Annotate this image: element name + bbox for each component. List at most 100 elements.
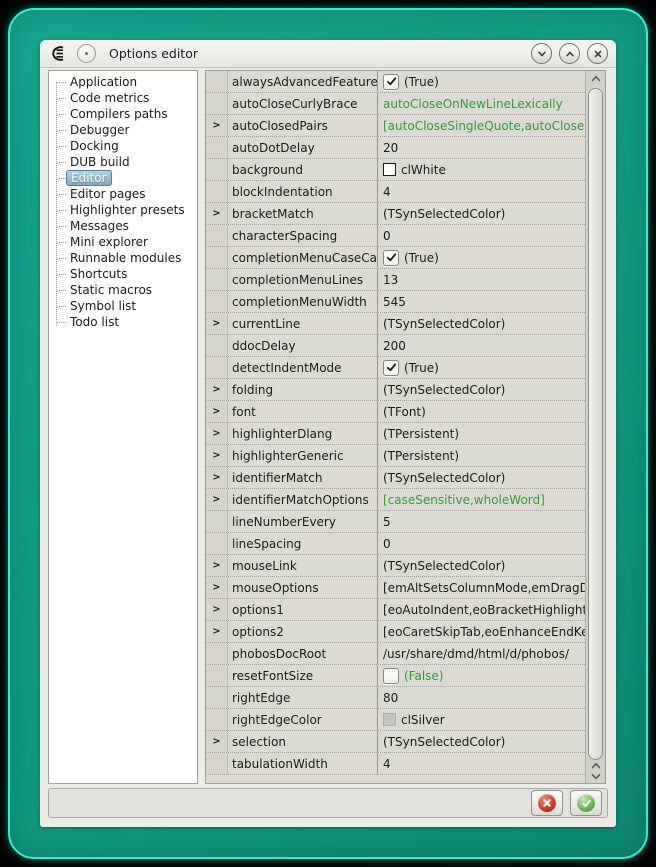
property-name[interactable]: rightEdge xyxy=(228,687,378,708)
scrollbar-thumb[interactable] xyxy=(588,88,603,760)
property-row[interactable]: >selection(TSynSelectedColor) xyxy=(206,731,585,753)
expand-arrow-icon[interactable]: > xyxy=(206,577,228,598)
scroll-down-icon[interactable] xyxy=(586,772,605,781)
property-value[interactable]: [eoCaretSkipTab,eoEnhanceEndKe xyxy=(378,621,585,642)
sidebar-item-mini-explorer[interactable]: Mini explorer xyxy=(49,234,197,250)
property-row[interactable]: >currentLine(TSynSelectedColor) xyxy=(206,313,585,335)
property-value[interactable]: [autoCloseSingleQuote,autoCloseD xyxy=(378,115,585,136)
property-row[interactable]: >highlighterGeneric(TPersistent) xyxy=(206,445,585,467)
sidebar-item-compilers-paths[interactable]: Compilers paths xyxy=(49,106,197,122)
expand-arrow-icon[interactable]: > xyxy=(206,423,228,444)
sidebar-item-static-macros[interactable]: Static macros xyxy=(49,282,197,298)
expand-arrow-icon[interactable]: > xyxy=(206,467,228,488)
property-name[interactable]: characterSpacing xyxy=(228,225,378,246)
shade-button[interactable] xyxy=(531,43,552,64)
property-value[interactable]: (TSynSelectedColor) xyxy=(378,313,585,334)
property-row[interactable]: autoCloseCurlyBraceautoCloseOnNewLineLex… xyxy=(206,93,585,115)
sidebar-item-highlighter-presets[interactable]: Highlighter presets xyxy=(49,202,197,218)
property-value[interactable]: 4 xyxy=(378,753,585,774)
property-value[interactable]: (TSynSelectedColor) xyxy=(378,467,585,488)
expand-arrow-icon[interactable]: > xyxy=(206,401,228,422)
property-name[interactable]: selection xyxy=(228,731,378,752)
cancel-button[interactable] xyxy=(531,790,563,816)
property-name[interactable]: rightEdgeColor xyxy=(228,709,378,730)
expand-arrow-icon[interactable]: > xyxy=(206,621,228,642)
property-value[interactable]: 4 xyxy=(378,181,585,202)
property-value[interactable]: (TSynSelectedColor) xyxy=(378,555,585,576)
unshade-button[interactable] xyxy=(559,43,580,64)
sidebar-item-editor[interactable]: Editor xyxy=(49,170,197,186)
sidebar-item-symbol-list[interactable]: Symbol list xyxy=(49,298,197,314)
sidebar-item-code-metrics[interactable]: Code metrics xyxy=(49,90,197,106)
property-row[interactable]: completionMenuCaseCare(True) xyxy=(206,247,585,269)
property-name[interactable]: options2 xyxy=(228,621,378,642)
property-row[interactable]: tabulationWidth4 xyxy=(206,753,585,775)
property-row[interactable]: >bracketMatch(TSynSelectedColor) xyxy=(206,203,585,225)
property-name[interactable]: bracketMatch xyxy=(228,203,378,224)
property-value[interactable]: 0 xyxy=(378,225,585,246)
property-name[interactable]: lineSpacing xyxy=(228,533,378,554)
property-name[interactable]: completionMenuWidth xyxy=(228,291,378,312)
property-name[interactable]: folding xyxy=(228,379,378,400)
checkbox-checked-icon[interactable] xyxy=(383,74,399,90)
property-row[interactable]: >identifierMatchOptions[caseSensitive,wh… xyxy=(206,489,585,511)
property-name[interactable]: background xyxy=(228,159,378,180)
scroll-up2-icon[interactable] xyxy=(586,761,605,770)
property-value[interactable]: (TFont) xyxy=(378,401,585,422)
sidebar-item-messages[interactable]: Messages xyxy=(49,218,197,234)
window-menu-button[interactable] xyxy=(77,44,96,63)
property-row[interactable]: blockIndentation4 xyxy=(206,181,585,203)
property-value[interactable]: (TSynSelectedColor) xyxy=(378,379,585,400)
property-name[interactable]: highlighterGeneric xyxy=(228,445,378,466)
property-row[interactable]: rightEdge80 xyxy=(206,687,585,709)
property-row[interactable]: completionMenuWidth545 xyxy=(206,291,585,313)
scroll-up-icon[interactable] xyxy=(586,74,605,83)
expand-arrow-icon[interactable]: > xyxy=(206,313,228,334)
property-name[interactable]: options1 xyxy=(228,599,378,620)
property-row[interactable]: >folding(TSynSelectedColor) xyxy=(206,379,585,401)
property-row[interactable]: phobosDocRoot/usr/share/dmd/html/d/phobo… xyxy=(206,643,585,665)
property-row[interactable]: >autoClosedPairs[autoCloseSingleQuote,au… xyxy=(206,115,585,137)
property-name[interactable]: ddocDelay xyxy=(228,335,378,356)
expand-arrow-icon[interactable]: > xyxy=(206,445,228,466)
property-value[interactable]: 20 xyxy=(378,137,585,158)
property-name[interactable]: identifierMatchOptions xyxy=(228,489,378,510)
property-row[interactable]: resetFontSize(False) xyxy=(206,665,585,687)
expand-arrow-icon[interactable]: > xyxy=(206,599,228,620)
property-value[interactable]: 545 xyxy=(378,291,585,312)
property-row[interactable]: rightEdgeColorclSilver xyxy=(206,709,585,731)
property-value[interactable]: clWhite xyxy=(378,159,585,180)
property-value[interactable]: [caseSensitive,wholeWord] xyxy=(378,489,585,510)
sidebar-item-runnable-modules[interactable]: Runnable modules xyxy=(49,250,197,266)
sidebar-item-docking[interactable]: Docking xyxy=(49,138,197,154)
sidebar-item-application[interactable]: Application xyxy=(49,74,197,90)
property-value[interactable]: /usr/share/dmd/html/d/phobos/ xyxy=(378,643,585,664)
property-row[interactable]: >identifierMatch(TSynSelectedColor) xyxy=(206,467,585,489)
property-value[interactable]: autoCloseOnNewLineLexically xyxy=(378,93,585,114)
property-value[interactable]: 80 xyxy=(378,687,585,708)
property-name[interactable]: autoDotDelay xyxy=(228,137,378,158)
property-name[interactable]: alwaysAdvancedFeatures xyxy=(228,71,378,92)
property-value[interactable]: (TSynSelectedColor) xyxy=(378,203,585,224)
expand-arrow-icon[interactable]: > xyxy=(206,379,228,400)
checkbox-checked-icon[interactable] xyxy=(383,250,399,266)
property-row[interactable]: >mouseOptions[emAltSetsColumnMode,emDrag… xyxy=(206,577,585,599)
property-row[interactable]: lineNumberEvery5 xyxy=(206,511,585,533)
property-name[interactable]: resetFontSize xyxy=(228,665,378,686)
sidebar-item-todo-list[interactable]: Todo list xyxy=(49,314,197,330)
expand-arrow-icon[interactable]: > xyxy=(206,489,228,510)
property-value[interactable]: (True) xyxy=(378,247,585,268)
property-name[interactable]: identifierMatch xyxy=(228,467,378,488)
accept-button[interactable] xyxy=(570,790,602,816)
property-row[interactable]: autoDotDelay20 xyxy=(206,137,585,159)
property-name[interactable]: blockIndentation xyxy=(228,181,378,202)
property-row[interactable]: completionMenuLines13 xyxy=(206,269,585,291)
checkbox-checked-icon[interactable] xyxy=(383,360,399,376)
property-value[interactable]: (TSynSelectedColor) xyxy=(378,731,585,752)
expand-arrow-icon[interactable]: > xyxy=(206,203,228,224)
sidebar-item-shortcuts[interactable]: Shortcuts xyxy=(49,266,197,282)
property-row[interactable]: >options2[eoCaretSkipTab,eoEnhanceEndKe xyxy=(206,621,585,643)
close-button[interactable] xyxy=(587,43,608,64)
grid-scrollbar[interactable] xyxy=(585,71,605,783)
property-name[interactable]: completionMenuCaseCare xyxy=(228,247,378,268)
